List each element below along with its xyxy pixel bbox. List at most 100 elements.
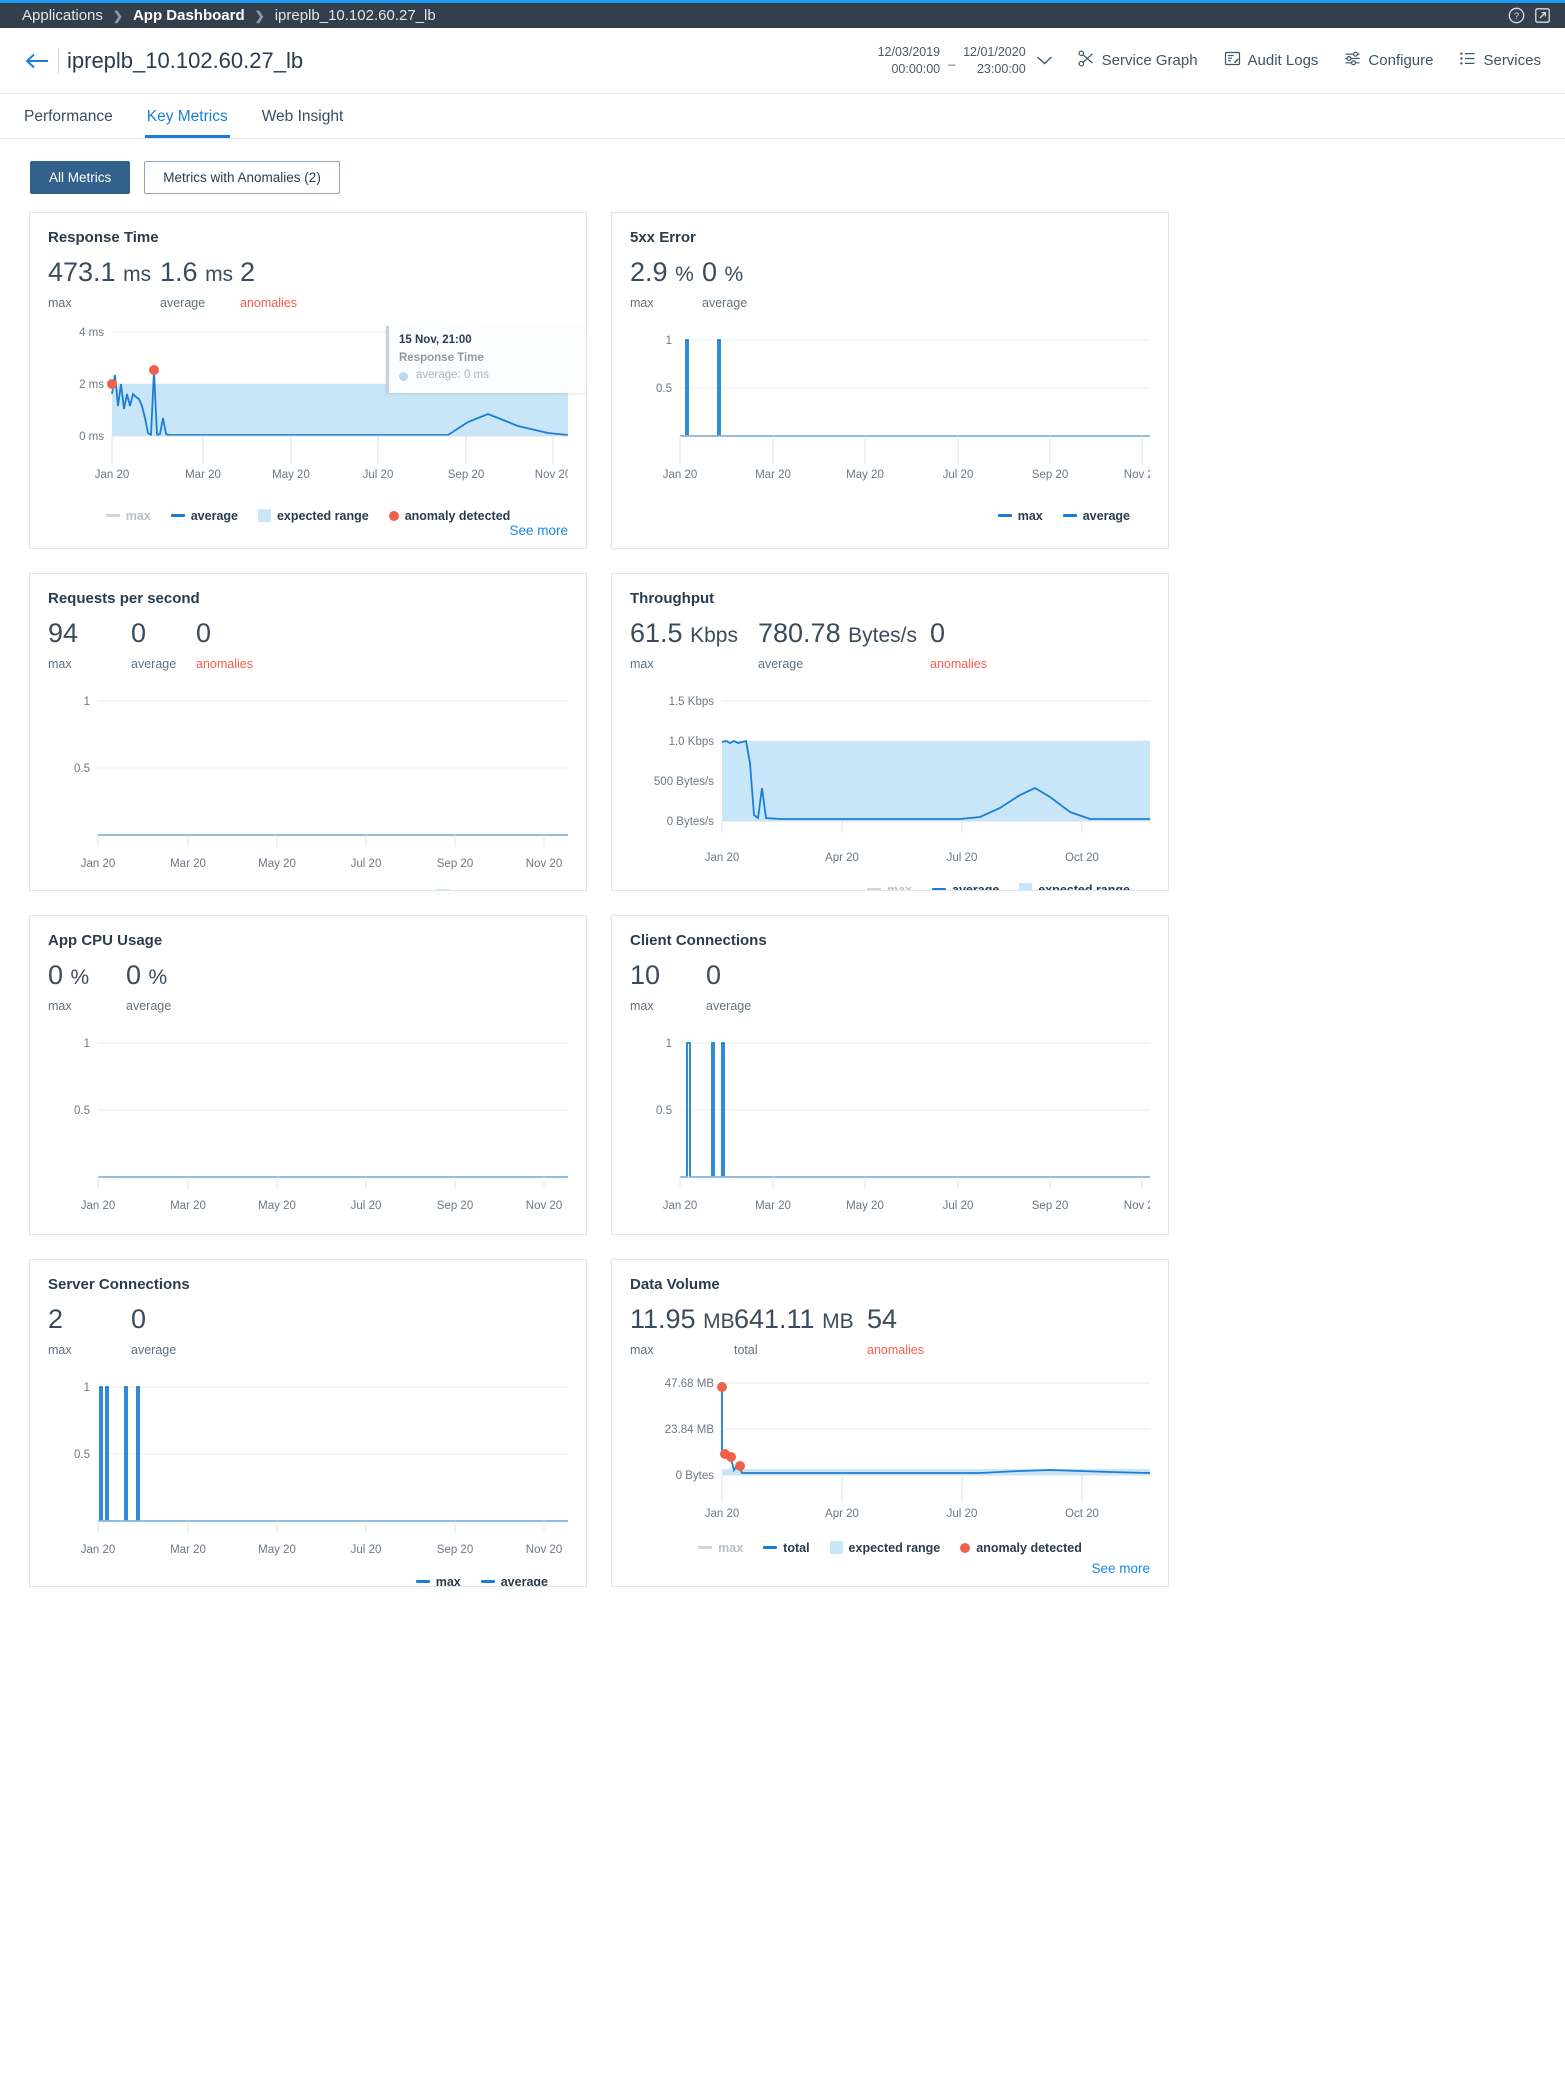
- stat-value: 0: [48, 960, 64, 990]
- chart-requests-per-second[interactable]: 1 0.5 Jan 20 Mar 20 May 20 Jul 20 Sep 20…: [48, 683, 568, 877]
- legend-average[interactable]: average: [480, 1575, 548, 1586]
- metrics-with-anomalies-button[interactable]: Metrics with Anomalies (2): [144, 161, 340, 194]
- metrics-grid: Response Time 473.1 ms max 1.6 ms averag…: [0, 212, 1565, 1587]
- chart-response-time[interactable]: 4 ms 2 ms 0 ms Jan 20 Mar 20 May 20 Jul …: [48, 322, 586, 497]
- legend-label: average: [1083, 1231, 1130, 1234]
- y-tick-label: 4 ms: [79, 327, 104, 339]
- x-tick-label: Jan 20: [663, 1200, 698, 1212]
- chart-legend: max average: [630, 509, 1150, 523]
- legend-max[interactable]: max: [998, 1231, 1043, 1234]
- see-more-link[interactable]: See more: [509, 523, 568, 538]
- breadcrumb-app-dashboard[interactable]: App Dashboard: [133, 7, 245, 24]
- y-tick-label: 1: [84, 696, 90, 708]
- expected-range-band: [722, 740, 1150, 821]
- see-more-link[interactable]: See more: [1091, 1561, 1150, 1576]
- stat-value: 0: [126, 960, 142, 990]
- legend-label: average: [501, 1231, 548, 1234]
- legend-expected-range[interactable]: expected range: [257, 509, 369, 523]
- legend-anomaly-detected[interactable]: anomaly detected: [960, 1541, 1082, 1555]
- stat-max: 2.9 % max: [630, 257, 702, 310]
- stat-max: 61.5 Kbps max: [630, 618, 758, 671]
- legend-anomaly-detected[interactable]: anomaly detected: [388, 509, 510, 523]
- x-tick-label: Oct 20: [1065, 852, 1099, 864]
- x-tick-label: Jan 20: [705, 1508, 740, 1520]
- legend-average[interactable]: average: [932, 883, 999, 890]
- tab-key-metrics[interactable]: Key Metrics: [144, 108, 230, 138]
- legend-average[interactable]: average: [481, 1231, 548, 1234]
- stat-value: 1.6: [160, 257, 198, 287]
- tab-bar: Performance Key Metrics Web Insight: [0, 94, 1565, 139]
- y-tick-label: 2 ms: [79, 379, 104, 391]
- legend-expected-range[interactable]: expected range: [829, 1541, 940, 1555]
- chart-client-connections[interactable]: 1 0.5 Jan 20 Mar 20 May 20 Jul 20 Sep 20…: [630, 1025, 1150, 1219]
- legend-average[interactable]: average: [1063, 1231, 1130, 1234]
- stat-label: max: [48, 295, 72, 310]
- legend-max[interactable]: max: [285, 889, 330, 890]
- legend-swatch: [829, 1541, 843, 1555]
- legend-swatch: [415, 1580, 430, 1584]
- x-tick-label: May 20: [272, 469, 310, 481]
- chart-server-connections[interactable]: 1 0.5 Jan 20 Mar 20 May 20 Jul 20 Sep 20…: [48, 1369, 568, 1563]
- header-divider: [58, 47, 59, 74]
- chart-data-volume[interactable]: 47.68 MB 23.84 MB 0 Bytes Jan 20 Apr 20 …: [630, 1369, 1150, 1529]
- legend-expected-range[interactable]: expected range: [1019, 883, 1130, 890]
- card-response-time: Response Time 473.1 ms max 1.6 ms averag…: [29, 212, 587, 549]
- breadcrumb-separator: ❯: [112, 8, 123, 23]
- legend-swatch: [1062, 514, 1077, 518]
- x-tick-label: Jul 20: [943, 1200, 974, 1212]
- card-title: Requests per second: [48, 590, 200, 607]
- x-tick-label: Sep 20: [437, 1200, 473, 1212]
- page-title: ipreplb_10.102.60.27_lb: [67, 47, 304, 73]
- legend-max[interactable]: max: [997, 509, 1043, 523]
- date-range-start-date: 12/03/2019: [877, 44, 941, 59]
- chart-legend: max average: [48, 1231, 568, 1234]
- services-button[interactable]: Services: [1459, 50, 1541, 71]
- configure-button[interactable]: Configure: [1344, 50, 1433, 71]
- audit-logs-button[interactable]: Audit Logs: [1224, 50, 1318, 71]
- stat-max: 10 max: [630, 960, 706, 1012]
- tooltip-series-dot: [399, 371, 408, 381]
- legend-max[interactable]: max: [866, 883, 912, 890]
- legend-label: anomaly detected: [976, 1540, 1082, 1555]
- x-tick-label: Jul 20: [947, 1508, 978, 1520]
- y-tick-label: 0.5: [74, 763, 90, 775]
- y-tick-label: 0.5: [656, 383, 672, 395]
- chart-legend: max average expected range: [630, 883, 1150, 890]
- date-range-picker[interactable]: 12/03/2019 00:00:00 _ 12/01/2020 23:00:0…: [878, 44, 1052, 78]
- chart-5xx-error[interactable]: 1 0.5 Jan 20 Mar 20 May 20 Jul 20 Sep 20…: [630, 322, 1150, 497]
- y-tick-label: 1.5 Kbps: [669, 696, 715, 708]
- legend-average[interactable]: average: [350, 889, 417, 890]
- stat-anomalies: 2 anomalies: [240, 257, 297, 309]
- chart-throughput[interactable]: 1.5 Kbps 1.0 Kbps 500 Bytes/s 0 Bytes/s …: [630, 683, 1150, 871]
- breadcrumb-applications[interactable]: Applications: [22, 7, 103, 24]
- help-circle-icon[interactable]: ?: [1503, 3, 1529, 29]
- stat-value: 0: [131, 618, 147, 648]
- stat-value: 2: [48, 1304, 64, 1334]
- date-range-start-time: 00:00:00: [891, 61, 941, 76]
- external-link-icon[interactable]: [1529, 3, 1555, 29]
- legend-expected-range[interactable]: expected range: [437, 889, 548, 890]
- legend-max[interactable]: max: [105, 509, 151, 523]
- legend-max[interactable]: max: [698, 1541, 743, 1555]
- legend-average[interactable]: average: [170, 509, 238, 523]
- legend-max[interactable]: max: [416, 1231, 461, 1234]
- stat-anomalies: 54 anomalies: [867, 1304, 924, 1356]
- stat-unit: MB: [822, 1310, 854, 1333]
- legend-label: max: [718, 1540, 744, 1555]
- chart-tooltip: 15 Nov, 21:00 Response Time average: 0 m…: [386, 325, 586, 394]
- tab-performance[interactable]: Performance: [22, 108, 115, 138]
- tab-web-insight[interactable]: Web Insight: [260, 108, 346, 138]
- service-graph-icon: [1078, 50, 1095, 71]
- x-tick-label: Mar 20: [755, 1200, 791, 1212]
- legend-max[interactable]: max: [415, 1575, 461, 1586]
- chart-app-cpu-usage[interactable]: 1 0.5 Jan 20 Mar 20 May 20 Jul 20 Sep 20…: [48, 1025, 568, 1219]
- chart-legend: max total expected range anomaly detecte…: [630, 1541, 1150, 1555]
- card-title: Response Time: [48, 229, 159, 246]
- legend-average[interactable]: average: [1062, 509, 1130, 523]
- chevron-down-icon[interactable]: [1036, 53, 1052, 68]
- legend-swatch: [388, 510, 399, 521]
- legend-total[interactable]: total: [763, 1541, 810, 1555]
- service-graph-button[interactable]: Service Graph: [1078, 50, 1198, 71]
- all-metrics-button[interactable]: All Metrics: [30, 161, 131, 194]
- back-arrow-icon[interactable]: [20, 44, 54, 78]
